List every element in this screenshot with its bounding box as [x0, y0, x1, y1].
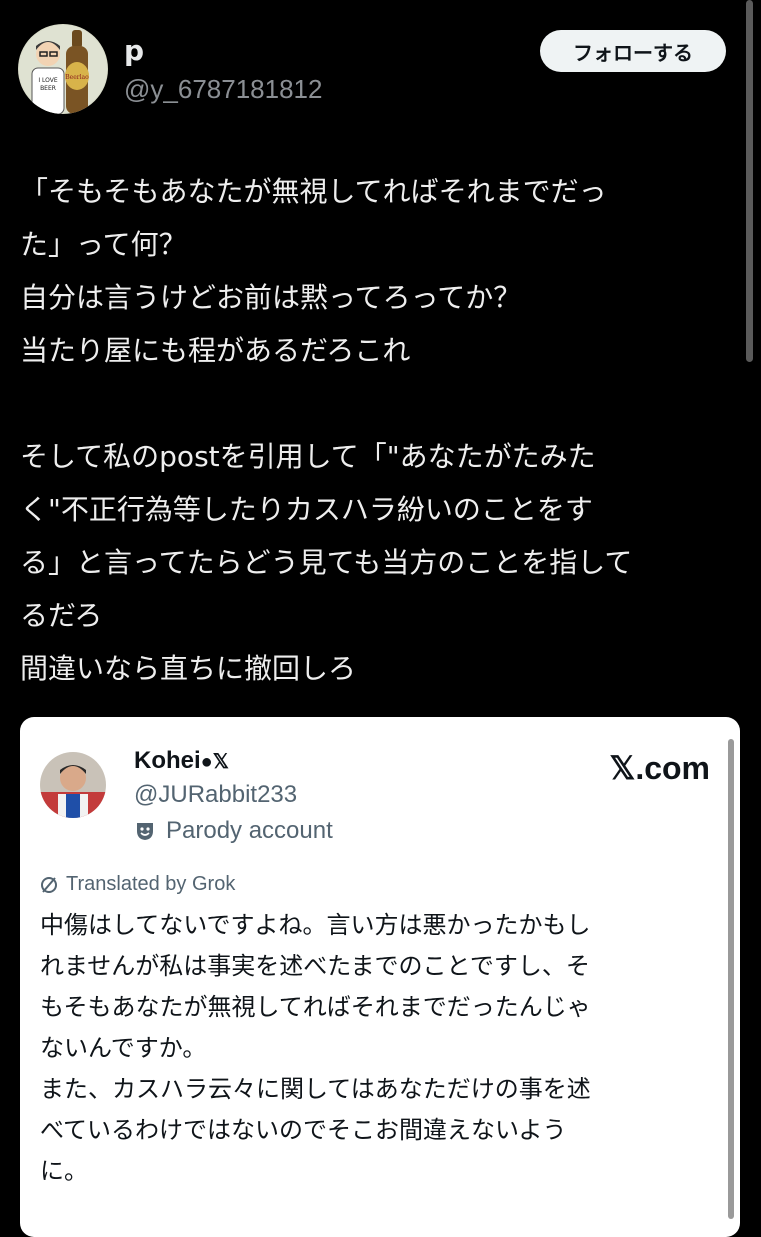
grok-icon — [41, 876, 57, 893]
quoted-line: べているわけではないのでそこお間違えないよう — [40, 1116, 567, 1144]
parody-account-text: Parody account — [166, 817, 333, 844]
translated-text: Translated by Grok — [66, 873, 236, 895]
page-scrollbar[interactable] — [746, 0, 753, 362]
post-line: 当たり屋にも程があるだろこれ — [20, 334, 411, 367]
x-logo-icon: 𝕏 — [212, 751, 229, 773]
post-line: る」と言ってたらどう見ても当方のことを指して — [20, 546, 633, 579]
quoted-line: また、カスハラ云々に関してはあなただけの事を述 — [40, 1075, 591, 1103]
quoted-line: 中傷はしてないですよね。言い方は悪かったかもし — [40, 911, 591, 939]
apple-icon: ● — [200, 751, 213, 773]
post-line: 「そもそもあなたが無視してればそれまでだっ — [20, 175, 607, 208]
post-line: く"不正行為等したりカスハラ紛いのことをす — [20, 493, 593, 526]
author-handle[interactable]: @y_6787181812 — [124, 74, 322, 105]
svg-text:Beerlao: Beerlao — [65, 74, 89, 81]
quoted-line: もそもあなたが無視してればそれまでだったんじゃ — [40, 993, 591, 1021]
quoted-author-avatar[interactable] — [40, 752, 106, 818]
post-line: そして私のpostを引用して「"あなたがたみた — [20, 440, 596, 473]
quoted-author-name[interactable]: Kohei●𝕏 — [134, 747, 229, 775]
quoted-author-name-text: Kohei — [134, 747, 201, 774]
post-line: 間違いなら直ちに撤回しろ — [20, 652, 357, 685]
author-display-name[interactable]: p — [124, 34, 144, 67]
svg-text:BEER: BEER — [40, 85, 56, 92]
quoted-line: ないんですか。 — [40, 1034, 207, 1062]
parody-account-label: Parody account — [134, 817, 333, 845]
post-line: 自分は言うけどお前は黙ってろってか？ — [20, 281, 522, 314]
theater-mask-icon — [137, 823, 153, 840]
author-avatar[interactable]: I LOVE BEER Beerlao — [18, 24, 108, 114]
person-avatar-icon — [40, 752, 106, 818]
site-label[interactable]: 𝕏.com — [610, 749, 710, 787]
beer-avatar-icon: I LOVE BEER Beerlao — [18, 24, 108, 114]
quoted-line: れませんが私は事実を述べたまでのことですし、そ — [40, 952, 590, 980]
quoted-card-scrollbar[interactable] — [728, 739, 734, 1219]
post-line: るだろ — [20, 599, 103, 632]
follow-button[interactable]: フォローする — [540, 30, 726, 72]
post-text: 「そもそもあなたが無視してればそれまでだっ た」って何？ 自分は言うけどお前は黙… — [20, 165, 742, 695]
quoted-post-text: 中傷はしてないですよね。言い方は悪かったかもし れませんが私は事実を述べたまでの… — [40, 905, 730, 1192]
post-line: た」って何？ — [20, 228, 187, 261]
quoted-post-card[interactable]: Kohei●𝕏 @JURabbit233 Parody account 𝕏.co… — [20, 717, 740, 1237]
translated-by-grok: Translated by Grok — [40, 873, 235, 896]
quoted-author-handle[interactable]: @JURabbit233 — [134, 781, 297, 809]
quoted-line: に。 — [40, 1157, 88, 1185]
svg-text:I LOVE: I LOVE — [38, 77, 58, 84]
